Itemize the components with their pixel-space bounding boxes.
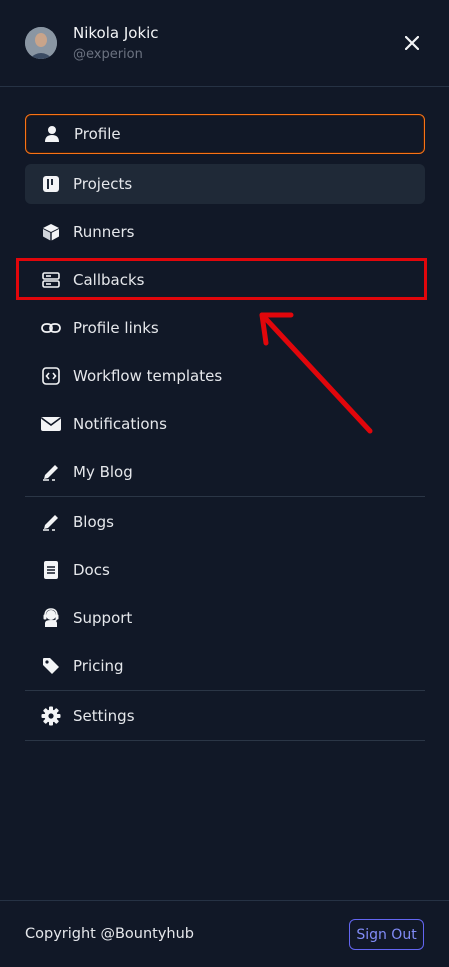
copyright-text: Copyright @Bountyhub bbox=[25, 926, 195, 942]
nav-item-projects[interactable]: Projects bbox=[25, 164, 425, 204]
nav-label-pricing: Pricing bbox=[73, 657, 124, 675]
sidebar-footer: Copyright @Bountyhub Sign Out bbox=[0, 900, 449, 967]
envelope-icon bbox=[41, 414, 61, 434]
nav-item-support[interactable]: Support bbox=[25, 598, 425, 638]
nav-label-notifications: Notifications bbox=[73, 415, 167, 433]
link-icon bbox=[41, 318, 61, 338]
gear-icon bbox=[41, 706, 61, 726]
projects-icon bbox=[41, 174, 61, 194]
nav-label-profile: Profile bbox=[74, 125, 121, 143]
tag-icon bbox=[41, 656, 61, 676]
avatar[interactable] bbox=[25, 27, 57, 59]
pen-icon bbox=[41, 462, 61, 482]
nav-item-profile[interactable]: Profile bbox=[25, 114, 425, 154]
user-handle: @experion bbox=[73, 47, 143, 62]
nav-divider bbox=[25, 690, 425, 691]
annotation-arrow-icon bbox=[259, 312, 373, 434]
sign-out-button[interactable]: Sign Out bbox=[349, 919, 424, 950]
nav-item-pricing[interactable]: Pricing bbox=[25, 646, 425, 686]
nav-label-blogs: Blogs bbox=[73, 513, 114, 531]
headset-icon bbox=[41, 608, 61, 628]
annotation-highlight-box bbox=[16, 258, 427, 300]
nav-divider bbox=[25, 740, 425, 741]
nav-label-workflow-templates: Workflow templates bbox=[73, 367, 223, 385]
nav-label-projects: Projects bbox=[73, 175, 133, 193]
nav-item-docs[interactable]: Docs bbox=[25, 550, 425, 590]
nav-item-blogs[interactable]: Blogs bbox=[25, 502, 425, 542]
user-icon bbox=[42, 124, 62, 144]
document-icon bbox=[41, 560, 61, 580]
nav-label-profile-links: Profile links bbox=[73, 319, 159, 337]
nav-label-support: Support bbox=[73, 609, 133, 627]
nav-item-settings[interactable]: Settings bbox=[25, 696, 425, 736]
user-name: Nikola Jokic bbox=[73, 24, 159, 42]
nav-item-my-blog[interactable]: My Blog bbox=[25, 452, 425, 492]
close-button[interactable] bbox=[398, 30, 426, 56]
nav-label-docs: Docs bbox=[73, 561, 110, 579]
nav-divider bbox=[25, 496, 425, 497]
pen-icon bbox=[41, 512, 61, 532]
nav-label-runners: Runners bbox=[73, 223, 135, 241]
nav-label-my-blog: My Blog bbox=[73, 463, 133, 481]
cube-icon bbox=[41, 222, 61, 242]
nav-label-settings: Settings bbox=[73, 707, 135, 725]
sidebar-header: Nikola Jokic @experion bbox=[0, 0, 449, 87]
nav-item-runners[interactable]: Runners bbox=[25, 212, 425, 252]
close-icon bbox=[405, 36, 419, 50]
code-icon bbox=[41, 366, 61, 386]
